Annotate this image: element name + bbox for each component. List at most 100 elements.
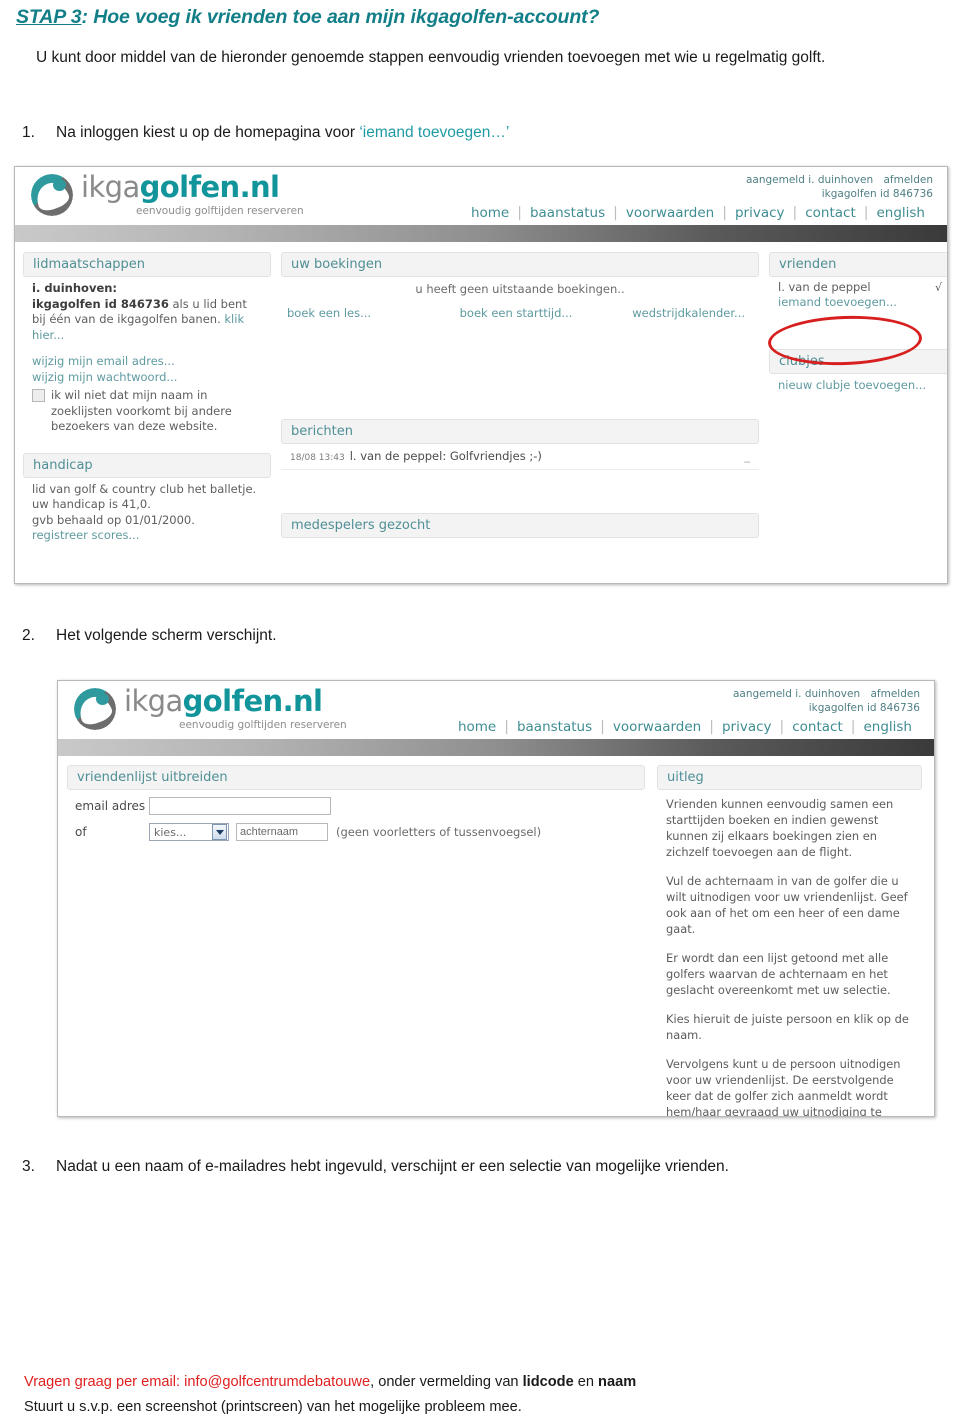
explanation-paragraph-2: Vul de achternaam in van de golfer die u… xyxy=(666,874,908,936)
clubs-panel-title: clubjes xyxy=(769,348,947,374)
footer-line1-rest-b: en xyxy=(573,1374,599,1390)
explanation-paragraph-1: Vrienden kunnen eenvoudig samen een star… xyxy=(666,797,894,859)
step-2-text: Het volgende scherm verschijnt. xyxy=(56,627,277,644)
intro-paragraph: U kunt door middel van de hieronder geno… xyxy=(36,49,826,66)
bookings-empty-text: u heeft geen uitstaande boekingen.. xyxy=(415,282,625,296)
explanation-paragraph-4: Kies hieruit de juiste persoon en klik o… xyxy=(666,1012,909,1042)
friendlist-form-panel: vriendenlijst uitbreiden email adres of … xyxy=(67,765,645,849)
step-1-number: 1. xyxy=(22,124,35,141)
friend-name: l. van de peppel xyxy=(778,280,871,294)
email-row: email adres xyxy=(75,797,643,815)
explanation-body: Vrienden kunnen eenvoudig samen een star… xyxy=(657,790,922,1117)
nav-item-privacy[interactable]: privacy xyxy=(714,719,780,735)
step-2-number: 2. xyxy=(22,627,35,644)
site-logo-2[interactable]: ikgagolfen.nl eenvoudig golftijden reser… xyxy=(74,687,347,731)
register-scores-link[interactable]: registreer scores... xyxy=(32,528,262,544)
nav-item-privacy[interactable]: privacy xyxy=(727,205,793,221)
page-title-rest: : Hoe voeg ik vrienden toe aan mijn ikga… xyxy=(81,6,600,28)
chevron-down-icon[interactable] xyxy=(212,824,227,840)
friendlist-form: email adres of kies... (geen voorletters… xyxy=(67,790,645,841)
member-id: ikgagolfen id 846736 xyxy=(821,188,933,200)
account-info: aangemeld i. duinhoven afmelden ikgagolf… xyxy=(739,173,933,201)
right-column: vrienden l. van de peppel √ iemand toevo… xyxy=(769,252,947,406)
add-friend-body: vriendenlijst uitbreiden email adres of … xyxy=(58,756,934,1116)
hide-name-checkbox[interactable] xyxy=(32,389,45,402)
footer-line-2: Stuurt u s.v.p. een screenshot (printscr… xyxy=(24,1399,522,1415)
change-email-link[interactable]: wijzig mijn email adres... xyxy=(32,354,262,370)
add-club-link[interactable]: nieuw clubje toevoegen... xyxy=(778,378,926,392)
friend-check-icon: √ xyxy=(934,281,942,294)
messages-panel-title: berichten xyxy=(281,419,759,444)
handicap-club: lid van golf & country club het balletje… xyxy=(32,481,257,496)
change-password-link[interactable]: wijzig mijn wachtwoord... xyxy=(32,370,262,386)
competition-calendar-link[interactable]: wedstrijdkalender... xyxy=(592,306,753,320)
handicap-panel-body: lid van golf & country club het balletje… xyxy=(23,478,271,544)
message-row[interactable]: 18/08 13:43 l. van de peppel: Golfvriendj… xyxy=(281,444,759,470)
middle-column: uw boekingen u heeft geen uitstaande boe… xyxy=(281,252,759,551)
handicap-value: uw handicap is 41,0. xyxy=(32,497,151,511)
nav-item-english[interactable]: english xyxy=(855,719,920,735)
messages-panel: berichten 18/08 13:43 l. van de peppel: G… xyxy=(281,419,759,470)
friends-panel: vrienden l. van de peppel √ iemand toevo… xyxy=(769,252,947,311)
logo-secondary: golfen.nl xyxy=(139,170,280,204)
step-1-text: Na inloggen kiest u op de homepagina voo… xyxy=(56,119,852,146)
explanation-paragraph-3: Er wordt dan een lijst getoond met alle … xyxy=(666,951,891,997)
golf-logo-icon xyxy=(31,174,73,216)
nav-item-home[interactable]: home xyxy=(463,205,517,221)
footer-email-text: Vragen graag per email: info@golfcentrum… xyxy=(24,1374,371,1390)
friend-list-item[interactable]: l. van de peppel √ xyxy=(769,277,947,294)
lastname-input[interactable] xyxy=(236,823,328,841)
book-lesson-link[interactable]: boek een les... xyxy=(287,306,440,320)
bookings-panel: uw boekingen u heeft geen uitstaande boe… xyxy=(281,252,759,320)
lastname-hint: (geen voorletters of tussenvoegsel) xyxy=(336,825,542,839)
memberships-panel-title: lidmaatschappen xyxy=(23,252,271,277)
message-timestamp: 18/08 13:43 xyxy=(290,453,345,463)
explanation-panel-title: uitleg xyxy=(657,765,922,790)
site-header-2: ikgagolfen.nl eenvoudig golftijden reser… xyxy=(58,681,934,739)
step-1-highlight: ‘iemand toevoegen…’ xyxy=(359,124,510,141)
nav-item-baanstatus[interactable]: baanstatus xyxy=(522,205,613,221)
logo-secondary: golfen.nl xyxy=(182,684,323,718)
book-teetime-link[interactable]: boek een starttijd... xyxy=(440,306,593,320)
add-friend-link[interactable]: iemand toevoegen... xyxy=(778,295,897,309)
logout-link[interactable]: afmelden xyxy=(870,688,920,700)
account-status: aangemeld i. duinhoven xyxy=(732,688,861,700)
message-row-content: 18/08 13:43 l. van de peppel: Golfvriendj… xyxy=(290,449,542,463)
or-label: of xyxy=(75,825,87,839)
logo-tagline: eenvoudig golftijden reserveren xyxy=(179,719,347,731)
email-input[interactable] xyxy=(149,797,331,815)
nav-item-voorwaarden[interactable]: voorwaarden xyxy=(605,719,709,735)
message-collapse-icon[interactable]: _ xyxy=(744,449,750,463)
gender-select[interactable]: kies... xyxy=(149,823,229,841)
logo-text: ikgagolfen.nl eenvoudig golftijden reser… xyxy=(81,173,304,217)
bookings-links: boek een les... boek een starttijd... we… xyxy=(281,296,759,320)
nav-item-home[interactable]: home xyxy=(450,719,504,735)
logout-link[interactable]: afmelden xyxy=(883,174,933,186)
nav-item-baanstatus[interactable]: baanstatus xyxy=(509,719,600,735)
document-page: STAP 3: Hoe voeg ik vrienden toe aan mij… xyxy=(0,0,960,1420)
golf-logo-icon xyxy=(74,688,116,730)
header-gradient-band-2 xyxy=(58,739,934,756)
friends-panel-title: vrienden xyxy=(769,252,947,277)
footer: Vragen graag per email: info@golfcentrum… xyxy=(24,1370,936,1420)
friendlist-panel-title: vriendenlijst uitbreiden xyxy=(67,765,645,790)
email-label: email adres xyxy=(75,799,146,813)
page-title: STAP 3: Hoe voeg ik vrienden toe aan mij… xyxy=(16,6,599,29)
step-3: 3. Nadat u een naam of e-mailadres hebt … xyxy=(22,1153,822,1180)
nav-item-contact[interactable]: contact xyxy=(797,205,864,221)
logo-primary: ikga xyxy=(81,170,140,204)
page-title-step: STAP 3 xyxy=(16,6,82,28)
handicap-panel-title: handicap xyxy=(23,452,271,478)
explanation-paragraph-5: Vervolgens kunt u de persoon uitnodigen … xyxy=(666,1057,901,1117)
site-logo[interactable]: ikgagolfen.nl eenvoudig golftijden reser… xyxy=(31,173,304,217)
nav-item-contact[interactable]: contact xyxy=(784,719,851,735)
left-column: lidmaatschappen i. duinhoven: ikgagolfen… xyxy=(23,252,271,557)
account-status: aangemeld i. duinhoven xyxy=(745,174,874,186)
gender-select-value: kies... xyxy=(154,825,187,839)
homepage-body: lidmaatschappen i. duinhoven: ikgagolfen… xyxy=(15,242,947,583)
nav-item-english[interactable]: english xyxy=(868,205,933,221)
nav-item-voorwaarden[interactable]: voorwaarden xyxy=(618,205,722,221)
footer-line1-rest-a: , onder vermelding van xyxy=(370,1374,523,1390)
step-3-number: 3. xyxy=(22,1158,35,1175)
footer-bold-naam: naam xyxy=(598,1374,637,1390)
